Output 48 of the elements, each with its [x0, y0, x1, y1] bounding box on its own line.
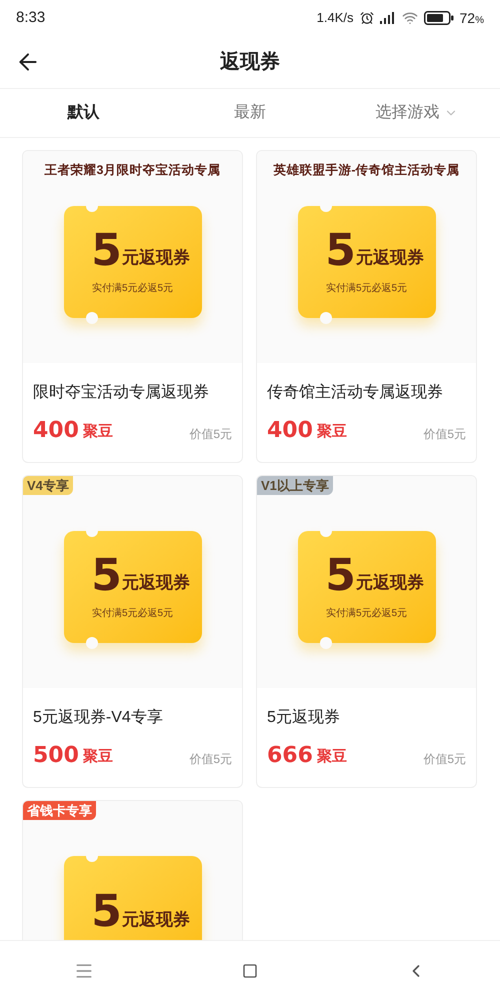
badge: 省钱卡专享: [23, 801, 96, 820]
price-amount: 500: [33, 744, 79, 768]
network-speed: 1.4K/s: [316, 9, 354, 28]
coupon-amount: 5: [325, 554, 356, 598]
coupon-amount: 5: [325, 228, 356, 272]
coupon-condition: 实付满5元必返5元: [326, 606, 408, 620]
card-title: 限时夺宝活动专属返现券: [33, 382, 210, 403]
signal-icon: [380, 12, 396, 24]
coupon-condition: 实付满5元必返5元: [92, 606, 174, 620]
page-title: 返现券: [220, 50, 280, 75]
banner-title: 王者荣耀3月限时夺宝活动专属: [44, 162, 220, 179]
price-unit: 聚豆: [316, 422, 347, 442]
price-unit: 聚豆: [316, 746, 347, 766]
filter-tab[interactable]: 选择游戏: [333, 101, 500, 125]
coupon-condition: 实付满5元必返5元: [326, 282, 408, 296]
battery-icon: [424, 11, 454, 25]
price-amount: 400: [267, 419, 313, 443]
coupon-unit: 元返现券: [122, 572, 190, 594]
worth-text: 价值5元: [189, 426, 232, 443]
coupon-unit: 元返现券: [356, 572, 424, 594]
filter-tab[interactable]: 最新: [166, 101, 334, 125]
wifi-icon: [402, 10, 418, 26]
price-amount: 666: [267, 744, 313, 768]
coupon-amount: 5: [91, 554, 122, 598]
alarm-icon: [360, 11, 374, 25]
coupon-unit: 元返现券: [122, 247, 190, 269]
worth-text: 价值5元: [423, 426, 466, 443]
home-square-icon[interactable]: [242, 962, 258, 978]
banner-title: 英雄联盟手游-传奇馆主活动专属: [273, 162, 460, 179]
worth-text: 价值5元: [189, 751, 232, 768]
coupon-unit: 元返现券: [356, 247, 424, 269]
price-amount: 400: [33, 419, 79, 443]
coupon-unit: 元返现券: [122, 908, 190, 930]
badge: V4专享: [23, 476, 73, 495]
card-title: 5元返现券: [267, 708, 341, 728]
card-title: 传奇馆主活动专属返现券: [267, 382, 444, 403]
status-time: 8:33: [16, 8, 46, 28]
coupon-condition: 实付满5元必返5元: [92, 282, 174, 296]
badge: V1以上专享: [257, 476, 333, 495]
card-title: 5元返现券-V4专享: [33, 708, 164, 728]
coupon-amount: 5: [91, 228, 122, 272]
price-unit: 聚豆: [82, 746, 113, 766]
coupon-amount: 5: [91, 890, 122, 934]
filter-tab[interactable]: 默认: [0, 101, 167, 125]
battery-percent-sign: %: [475, 14, 484, 28]
worth-text: 价值5元: [423, 751, 466, 768]
price-unit: 聚豆: [82, 422, 113, 442]
battery-percent: 72: [460, 8, 476, 28]
